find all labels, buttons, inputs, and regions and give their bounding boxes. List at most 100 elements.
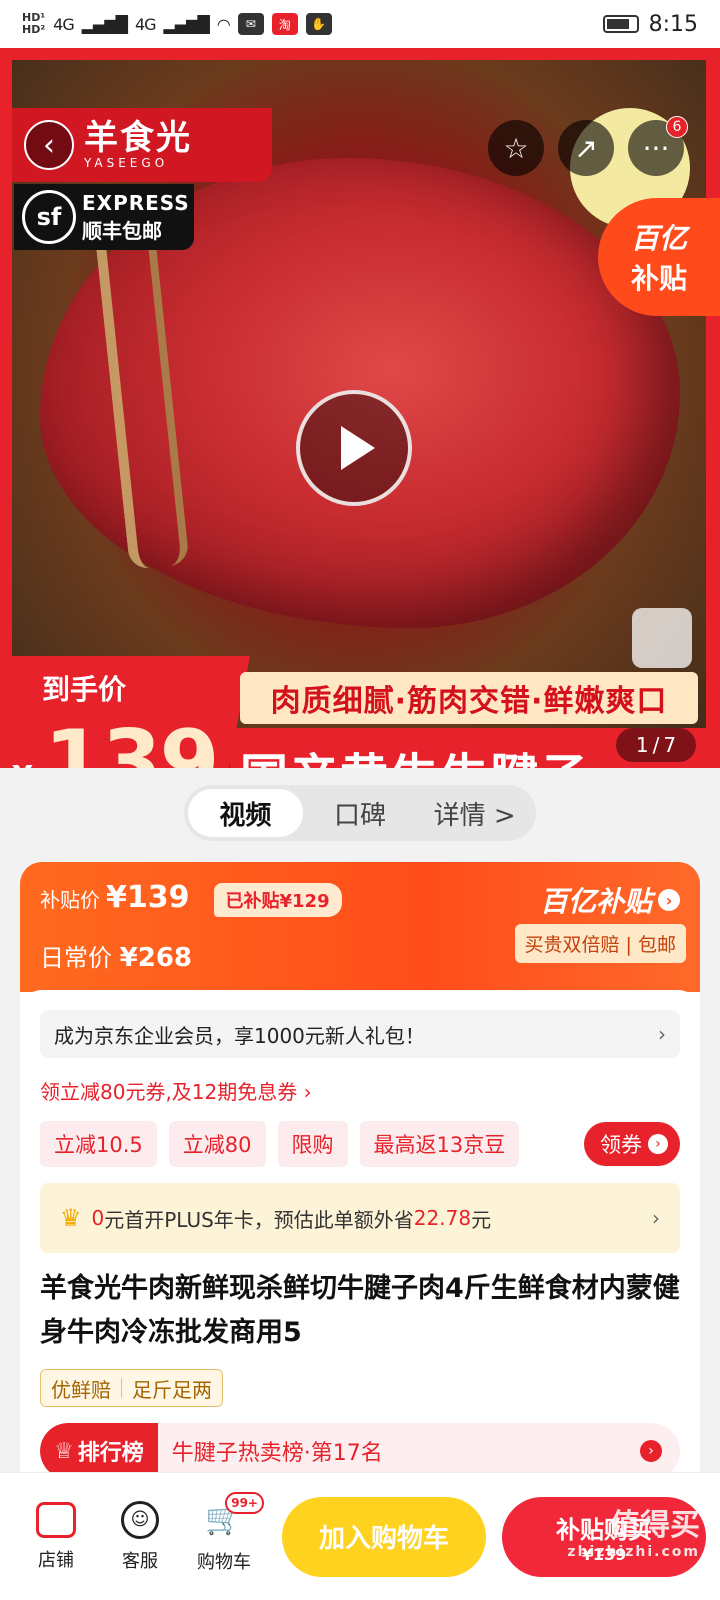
subsidized-amount-badge: 已补贴¥129 [213, 883, 342, 917]
subsidy-price-label: 补贴价 [40, 888, 100, 912]
product-info-card: 补贴价 ¥139 已补贴¥129 日常价 ¥268 百亿补贴 › 买贵双倍赔 |… [20, 862, 700, 1502]
ranking-text: 牛腱子热卖榜·第17名 [171, 1441, 383, 1466]
promo-chip[interactable]: 限购 [277, 1121, 348, 1167]
more-button[interactable]: ··· 6 [628, 116, 688, 176]
regular-price-value: ¥268 [119, 943, 193, 973]
tab-reviews[interactable]: 口碑 [303, 789, 418, 837]
more-icon: ··· [642, 131, 670, 165]
service-tags[interactable]: 优鲜赔 足斤足两 [40, 1369, 223, 1407]
top-actions: ☆ ↗ ··· 6 [488, 116, 688, 176]
star-icon: ☆ [503, 131, 529, 165]
status-bar: HD¹ HD² 4G ▂▄▆█ 4G ▂▄▆█ ◠ ✉ 淘 ✋ 8:15 [0, 0, 720, 48]
enterprise-member-banner[interactable]: 成为京东企业会员，享1000元新人礼包！ › [40, 1010, 680, 1058]
wifi-icon: ◠ [216, 14, 231, 34]
signal-icon: ▂▄▆█ [163, 14, 210, 34]
cart-label: 购物车 [197, 1551, 251, 1573]
billion-subsidy-logo[interactable]: 百亿补贴 › [540, 880, 680, 920]
price-band: 到手价 ¥ 139 肉质细腻·筋肉交错·鲜嫩爽口 国产黄牛牛腱子 1 / 7 [0, 656, 720, 768]
promo-chip[interactable]: 最高返13京豆 [359, 1121, 520, 1167]
tab-details[interactable]: 详情 > [417, 789, 532, 837]
currency-symbol: ¥ [12, 760, 33, 768]
share-icon: ↗ [574, 131, 598, 165]
trophy-icon: ♕ [54, 1438, 74, 1464]
subsidy-price-header[interactable]: 补贴价 ¥139 已补贴¥129 日常价 ¥268 百亿补贴 › 买贵双倍赔 |… [20, 862, 700, 992]
brand-name-cn: 羊食光 [84, 118, 192, 158]
brand-name-en: YASEEGO [84, 156, 169, 170]
product-hero-image[interactable]: ‹ 羊食光 YASEEGO sf EXPRESS 顺丰包邮 ☆ ↗ ··· 6 … [0, 48, 720, 768]
sf-logo-icon: sf [22, 190, 76, 244]
play-video-button[interactable] [296, 390, 412, 506]
subsidy-tag-line1: 百亿 [630, 222, 687, 255]
promo-chips: 立减10.5 立减80 限购 最高返13京豆 领券 › [40, 1121, 680, 1167]
battery-icon [602, 15, 639, 33]
ranking-badge-label: 排行榜 [77, 1441, 144, 1466]
plus-price-prefix: 0 [91, 1206, 105, 1230]
message-count-badge: 6 [666, 116, 688, 138]
product-title: 羊食光牛肉新鲜现杀鲜切牛腱子肉4斤生鲜食材内蒙健身牛肉冷冻批发商用5 [40, 1273, 680, 1348]
program-name: 百亿补贴 [539, 885, 652, 918]
get-coupon-button[interactable]: 领券 › [584, 1122, 680, 1166]
signal-1: 4G [53, 14, 75, 34]
card-body: 成为京东企业会员，享1000元新人礼包！ › 领立减80元券,及12期免息券 ›… [20, 990, 700, 1502]
chevron-right-icon: › [658, 889, 680, 911]
promo-chip[interactable]: 立减80 [168, 1121, 266, 1167]
product-slogan: 肉质细腻·筋肉交错·鲜嫩爽口 [240, 672, 698, 724]
final-price-block: 到手价 ¥ 139 [0, 656, 250, 768]
free-shipping-label: 顺丰包邮 [82, 218, 162, 243]
tab-video[interactable]: 视频 [188, 789, 303, 837]
ranking-badge: ♕ 排行榜 [40, 1423, 158, 1479]
watermark-main: 值得买 [610, 1508, 700, 1543]
watermark-sub: zhizhizhi.com [567, 1544, 700, 1560]
brand-badge: ‹ 羊食光 YASEEGO [12, 108, 272, 182]
chevron-right-icon: › [652, 1206, 660, 1230]
plus-text-suffix: 元 [471, 1207, 492, 1232]
sf-express-label: EXPRESS [82, 190, 190, 215]
shop-icon [36, 1501, 76, 1538]
favorite-button[interactable]: ☆ [488, 120, 544, 176]
hd-indicator: HD¹ HD² [22, 11, 46, 36]
customer-service-icon: ☺ [121, 1500, 159, 1539]
chevron-right-icon: › [648, 1134, 668, 1154]
image-counter: 1 / 7 [616, 728, 696, 762]
shop-button[interactable]: 店铺 [14, 1501, 98, 1572]
image-counter-separator: / [652, 733, 660, 757]
customer-service-label: 客服 [122, 1550, 158, 1572]
chevron-right-icon: › [658, 1022, 666, 1046]
plus-text: 元首开PLUS年卡，预估此单额外省 [104, 1207, 414, 1232]
promo-chip[interactable]: 立减10.5 [40, 1121, 157, 1167]
enterprise-member-text: 成为京东企业会员，享1000元新人礼包！ [54, 1023, 425, 1048]
subsidy-price-value: ¥139 [106, 880, 190, 915]
service-tag: 优鲜赔 [51, 1377, 111, 1402]
brand-logo: 羊食光 YASEEGO [84, 120, 192, 170]
shop-label: 店铺 [38, 1549, 74, 1571]
add-to-cart-button[interactable]: 加入购物车 [282, 1496, 486, 1577]
back-button[interactable]: ‹ [24, 120, 74, 170]
signal-icon: ▂▄▆█ [81, 14, 128, 34]
hand-icon: ✋ [305, 13, 332, 35]
plus-membership-banner[interactable]: ♛ 0 元首开PLUS年卡，预估此单额外省 22.78 元 › [40, 1183, 680, 1253]
content-tabs: 视频 口碑 详情 > [0, 768, 720, 858]
final-price-label: 到手价 [42, 673, 127, 706]
crown-icon: ♛ [60, 1204, 82, 1232]
share-button[interactable]: ↗ [558, 120, 614, 176]
price-guarantee-badge: 买贵双倍赔 | 包邮 [514, 924, 686, 963]
ranking-banner[interactable]: ♕ 排行榜 牛腱子热卖榜·第17名 › [40, 1423, 680, 1479]
customer-service-button[interactable]: ☺ 客服 [98, 1500, 182, 1573]
regular-price-label: 日常价 [40, 944, 112, 972]
clock: 8:15 [648, 11, 698, 37]
cart-button[interactable]: 🛒 99+ 购物车 [182, 1491, 266, 1574]
taobao-icon: 淘 [271, 13, 298, 35]
mail-icon: ✉ [237, 13, 264, 35]
sf-express-badge: sf EXPRESS 顺丰包邮 [14, 184, 194, 250]
watermark: 值得买 zhizhizhi.com [567, 1500, 700, 1560]
signal-2: 4G [134, 14, 157, 34]
chevron-right-icon: › [640, 1440, 662, 1462]
cart-count-badge: 99+ [225, 1491, 264, 1514]
coupon-link[interactable]: 领立减80元券,及12期免息券 › [40, 1076, 680, 1105]
image-index: 1 [635, 733, 649, 757]
plus-savings-amount: 22.78 [413, 1206, 472, 1230]
get-coupon-label: 领券 [600, 1133, 642, 1157]
final-price-value: 139 [44, 712, 220, 768]
subsidy-tag-line2: 补贴 [630, 262, 687, 295]
service-tag: 足斤足两 [132, 1377, 212, 1402]
